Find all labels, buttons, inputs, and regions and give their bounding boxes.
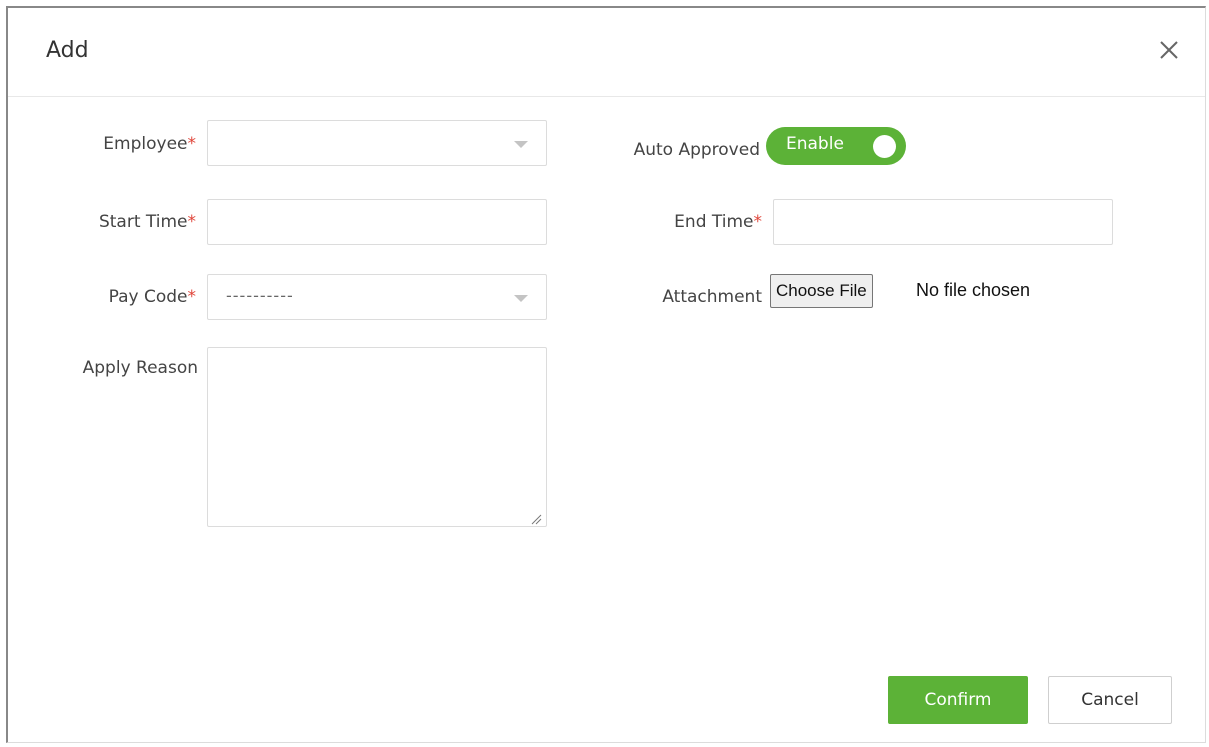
pay-code-select-value: ---------- xyxy=(226,286,294,305)
apply-reason-textarea[interactable] xyxy=(207,347,547,527)
employee-label: Employee* xyxy=(60,134,196,154)
file-status: No file chosen xyxy=(916,280,1031,300)
resize-handle-icon[interactable] xyxy=(530,510,542,525)
required-mark: * xyxy=(187,212,197,232)
pay-code-label-text: Pay Code xyxy=(108,287,188,307)
employee-select[interactable] xyxy=(207,120,547,166)
end-time-input[interactable] xyxy=(773,199,1113,245)
end-time-label-text: End Time xyxy=(674,212,754,232)
required-mark: * xyxy=(187,287,197,307)
toggle-knob xyxy=(873,135,896,158)
cancel-button[interactable]: Cancel xyxy=(1048,676,1172,724)
close-icon[interactable] xyxy=(1155,36,1183,64)
end-time-label: End Time* xyxy=(600,212,762,232)
chevron-down-icon xyxy=(514,295,528,302)
choose-file-button[interactable]: Choose File xyxy=(770,274,873,308)
start-time-input[interactable] xyxy=(207,199,547,245)
employee-label-text: Employee xyxy=(103,134,188,154)
pay-code-select[interactable]: ---------- xyxy=(207,274,547,320)
required-mark: * xyxy=(753,212,763,232)
toggle-label: Enable xyxy=(786,134,844,154)
start-time-label-text: Start Time xyxy=(98,212,188,232)
required-mark: * xyxy=(187,134,197,154)
pay-code-label: Pay Code* xyxy=(60,287,196,307)
attachment-label: Attachment xyxy=(662,287,762,307)
confirm-button[interactable]: Confirm xyxy=(888,676,1028,724)
dialog-header: Add xyxy=(8,8,1205,97)
auto-approved-toggle[interactable]: Enable xyxy=(766,127,906,165)
start-time-label: Start Time* xyxy=(60,212,196,232)
dialog-title: Add xyxy=(46,38,89,63)
apply-reason-label: Apply Reason xyxy=(82,358,198,378)
chevron-down-icon xyxy=(514,141,528,148)
auto-approved-label: Auto Approved xyxy=(633,140,760,160)
